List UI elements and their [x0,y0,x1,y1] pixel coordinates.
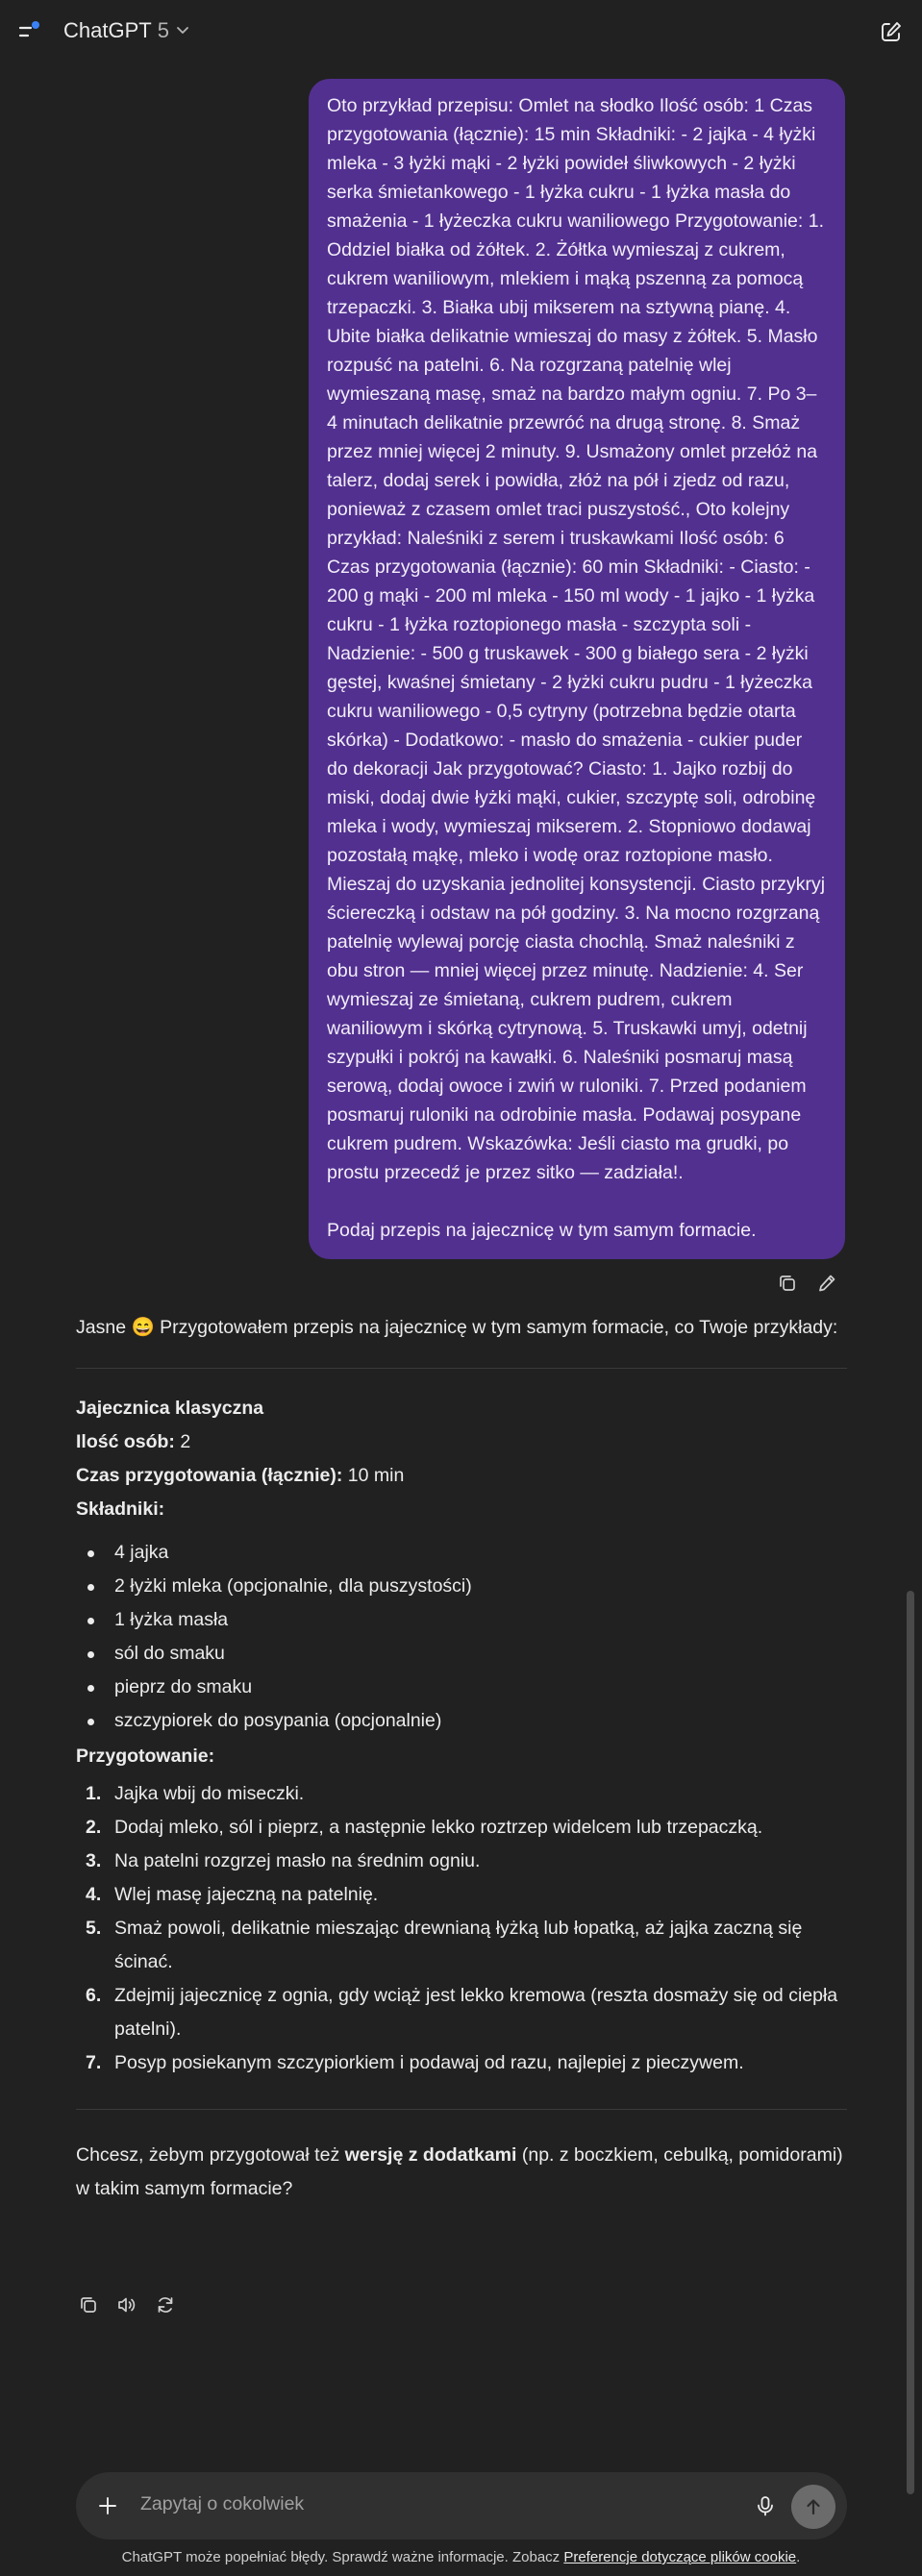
copy-icon[interactable] [775,1271,800,1296]
new-chat-icon[interactable] [879,19,904,44]
time-value: 10 min [342,1465,405,1486]
step-item: 3. Na patelni rozgrzej masło na średnim o… [76,1845,847,1878]
step-number: 4. [86,1884,102,1905]
step-text: Smaż powoli, delikatnie mieszając drewni… [114,1918,803,1972]
chevron-down-icon [175,18,190,43]
recipe-title: Jajecznica klasyczna [76,1398,264,1419]
servings-label: Ilość osób: [76,1431,175,1452]
step-number: 7. [86,2052,102,2073]
ingredient-item: 1 łyżka masła [76,1603,847,1637]
step-text: Wlej masę jajeczną na patelnię. [114,1884,379,1905]
step-item: 5. Smaż powoli, delikatnie mieszając drew… [76,1912,847,1979]
ingredient-item: sól do smaku [76,1637,847,1671]
disclaimer-text: ChatGPT może popełniać błędy. Sprawdź wa… [121,2549,564,2565]
send-arrow-icon[interactable] [791,2485,835,2529]
edit-icon[interactable] [814,1271,839,1296]
user-message-text: Oto przykład przepisu: Omlet na słodko I… [327,95,826,1183]
divider [76,2109,847,2110]
disclaimer-end: . [796,2549,801,2565]
step-item: 4. Wlej masę jajeczną na patelnię. [76,1878,847,1912]
read-aloud-icon[interactable] [114,2292,139,2317]
copy-icon[interactable] [76,2292,101,2317]
regenerate-icon[interactable] [153,2292,178,2317]
model-selector[interactable]: ChatGPT 5 [63,18,190,43]
step-item: 6. Zdejmij jajecznicę z ognia, gdy wciąż … [76,1979,847,2046]
step-number: 2. [86,1817,102,1838]
cookie-preferences-link[interactable]: Preferencje dotyczące plików cookie [563,2549,796,2565]
ingredients-heading: Składniki: [76,1499,165,1520]
footer-disclaimer: ChatGPT może popełniać błędy. Sprawdź wa… [0,2549,922,2565]
app-name: ChatGPT [63,18,152,42]
user-message-bubble: Oto przykład przepisu: Omlet na słodko I… [309,79,845,1259]
closing-text-bold: wersję z dodatkami [344,2144,517,2166]
recipe-time: Czas przygotowania (łącznie): 10 min [76,1459,847,1493]
step-text: Jajka wbij do miseczki. [114,1783,305,1804]
model-version: 5 [157,18,169,42]
closing-text-start: Chcesz, żebym przygotował też [76,2144,345,2166]
step-text: Dodaj mleko, sól i pieprz, a następnie l… [114,1817,763,1838]
steps-heading: Przygotowanie: [76,1746,215,1767]
divider [76,1368,847,1369]
message-composer: Zapytaj o cokolwiek [76,2472,847,2539]
steps-list: 1. Jajka wbij do miseczki. 2. Dodaj mleko,… [76,1777,847,2080]
sidebar-menu-icon[interactable] [17,19,44,44]
step-number: 6. [86,1985,102,2006]
assistant-closing: Chcesz, żebym przygotował też wersję z d… [76,2139,847,2206]
step-number: 3. [86,1850,102,1871]
step-text: Na patelni rozgrzej masło na średnim ogn… [114,1850,481,1871]
step-number: 5. [86,1918,102,1939]
prompt-input[interactable]: Zapytaj o cokolwiek [140,2493,304,2515]
scrollbar-thumb[interactable] [907,1591,914,2494]
plus-icon[interactable] [95,2493,120,2518]
user-message-followup: Podaj przepis na jajecznicę w tym samym … [327,1220,757,1241]
recipe-servings: Ilość osób: 2 [76,1425,847,1459]
step-text: Zdejmij jajecznicę z ognia, gdy wciąż je… [114,1985,838,2040]
step-item: 7. Posyp posiekanym szczypiorkiem i podaw… [76,2046,847,2080]
assistant-message: Jasne 😄 Przygotowałem przepis na jajeczn… [76,1311,847,2206]
assistant-intro: Jasne 😄 Przygotowałem przepis na jajeczn… [76,1317,838,1338]
top-bar: ChatGPT 5 [0,0,922,62]
ingredient-item: 2 łyżki mleka (opcjonalnie, dla puszysto… [76,1570,847,1603]
time-label: Czas przygotowania (łącznie): [76,1465,343,1486]
ingredient-item: szczypiorek do posypania (opcjonalnie) [76,1704,847,1738]
ingredients-list: 4 jajka 2 łyżki mleka (opcjonalnie, dla … [76,1536,847,1738]
servings-value: 2 [174,1431,191,1452]
step-item: 2. Dodaj mleko, sól i pieprz, a następnie… [76,1811,847,1845]
ingredient-item: 4 jajka [76,1536,847,1570]
ingredient-item: pieprz do smaku [76,1671,847,1704]
step-number: 1. [86,1783,102,1804]
step-item: 1. Jajka wbij do miseczki. [76,1777,847,1811]
microphone-icon[interactable] [753,2493,778,2518]
step-text: Posyp posiekanym szczypiorkiem i podawaj… [114,2052,744,2073]
